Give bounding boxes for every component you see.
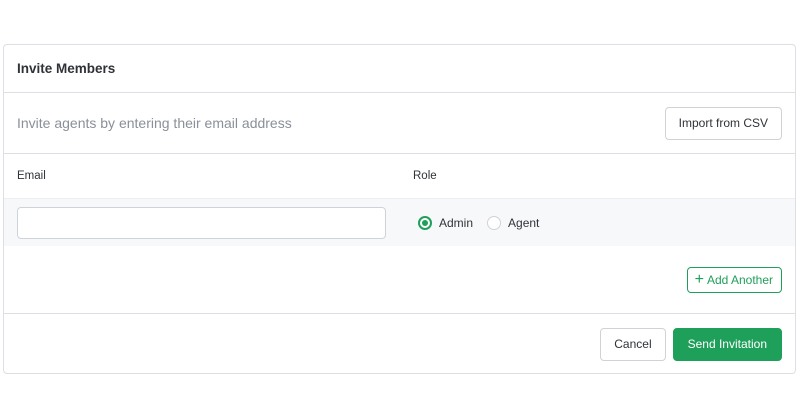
role-option-admin[interactable]: Admin <box>418 215 474 230</box>
invite-row: Admin Agent <box>4 199 795 246</box>
invite-members-dialog: Invite Members Invite agents by entering… <box>3 44 796 374</box>
agent-radio[interactable] <box>487 215 502 230</box>
form-labels-row: Email Role <box>4 154 795 199</box>
dialog-title: Invite Members <box>17 61 116 76</box>
dialog-footer: Cancel Send Invitation <box>4 314 795 373</box>
admin-radio-label: Admin <box>439 215 474 230</box>
dialog-header: Invite Members <box>4 45 795 93</box>
role-label: Role <box>413 170 437 182</box>
admin-radio[interactable] <box>418 215 432 230</box>
email-input[interactable] <box>17 206 386 239</box>
plus-icon: + <box>694 270 704 288</box>
import-csv-button[interactable]: Import from CSV <box>664 106 782 140</box>
intro-text: Invite agents by entering their email ad… <box>17 115 292 131</box>
role-radio-group: Admin Agent <box>418 215 553 230</box>
intro-section: Invite agents by entering their email ad… <box>4 93 795 154</box>
add-another-row: + Add Another <box>4 246 795 314</box>
email-label: Email <box>17 170 46 182</box>
add-another-button[interactable]: + Add Another <box>686 266 782 293</box>
cancel-button[interactable]: Cancel <box>600 327 666 361</box>
agent-radio-label: Agent <box>508 215 540 230</box>
add-another-label: Add Another <box>706 272 773 287</box>
send-invitation-button[interactable]: Send Invitation <box>672 327 782 361</box>
role-option-agent[interactable]: Agent <box>487 215 540 230</box>
